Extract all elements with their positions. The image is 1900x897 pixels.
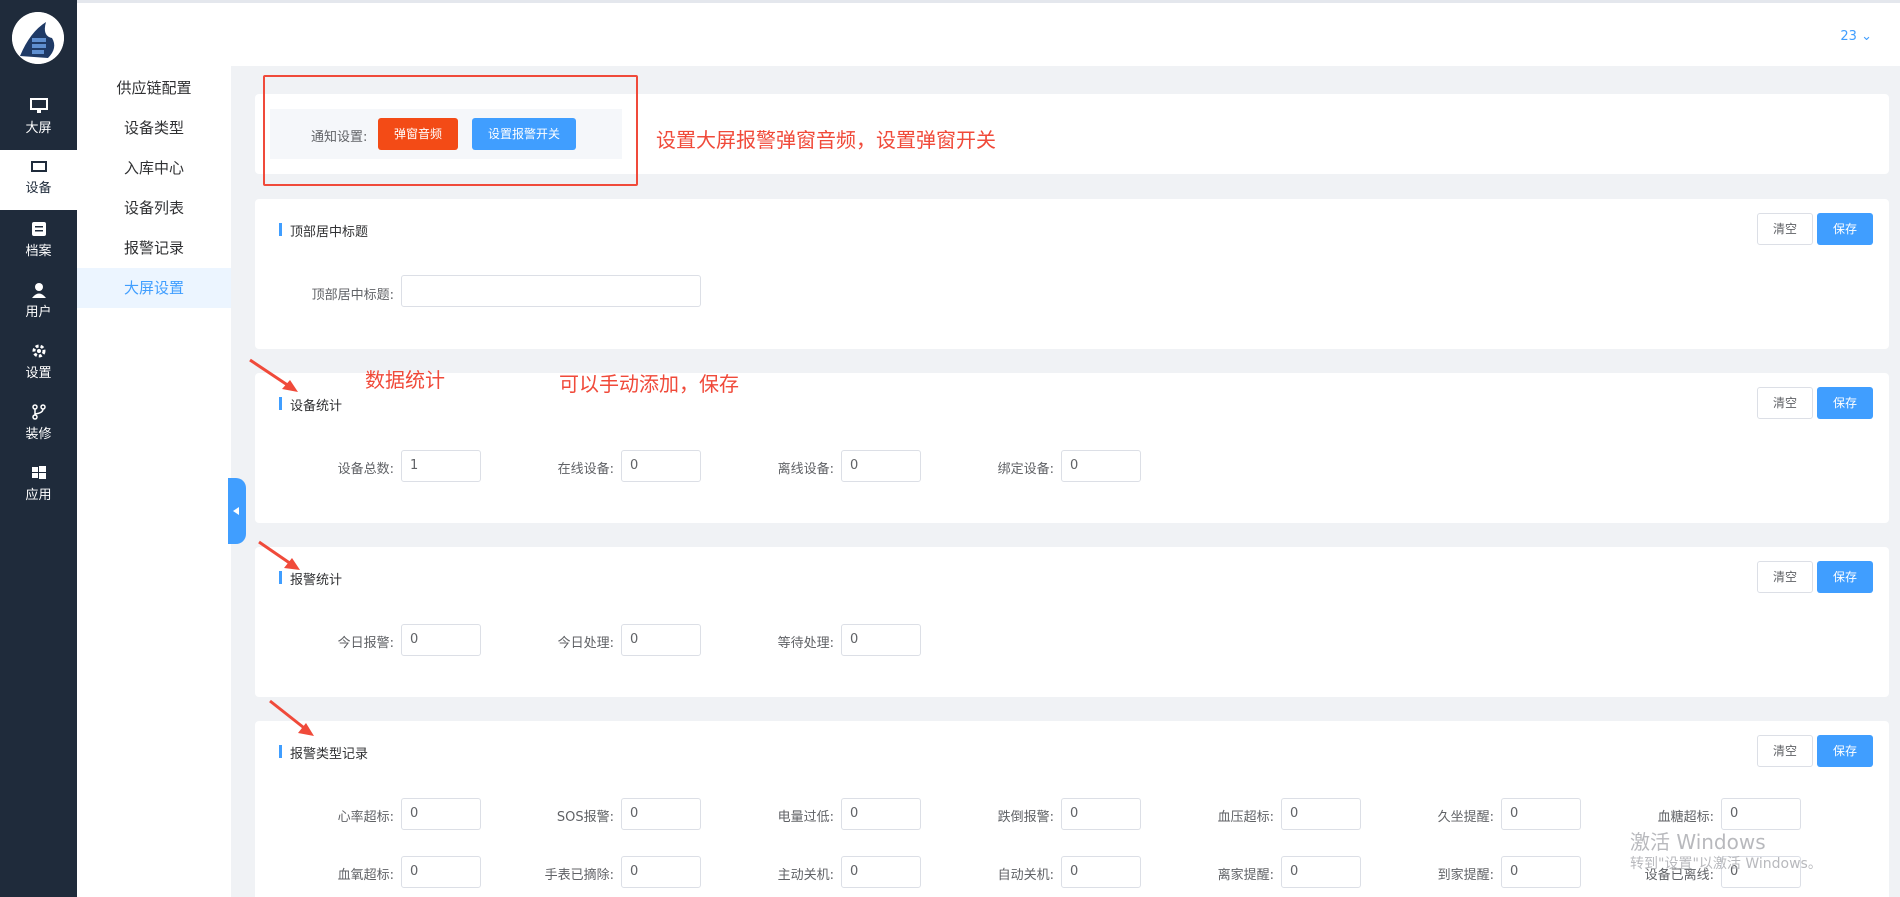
rail-item-label: 用户 <box>25 305 52 320</box>
annotation-manual-text: 可以手动添加，保存 <box>559 372 739 396</box>
submenu-item-alarm-records[interactable]: 报警记录 <box>77 228 231 268</box>
field-label: 血压超标: <box>1217 810 1274 825</box>
section-title: 顶部居中标题 <box>279 221 368 240</box>
windows-icon <box>31 466 46 479</box>
today-alarms-input[interactable]: 0 <box>401 624 481 656</box>
annotation-popup-text: 设置大屏报警弹窗音频，设置弹窗开关 <box>656 128 996 152</box>
field-label: 久坐提醒: <box>1437 810 1494 825</box>
archive-icon <box>31 222 46 236</box>
rail-item-settings[interactable]: 设置 <box>0 333 77 393</box>
title-input[interactable] <box>401 275 701 307</box>
menu-collapse-toggle[interactable] <box>228 478 246 544</box>
blood-pressure-input[interactable]: 0 <box>1281 798 1361 830</box>
app-logo[interactable] <box>12 12 64 64</box>
gear-icon <box>32 344 45 358</box>
field-label: 血糖超标: <box>1657 810 1714 825</box>
field-label: 心率超标: <box>337 810 394 825</box>
annotation-highlight-box <box>263 75 638 186</box>
rail-item-archive[interactable]: 档案 <box>0 211 77 271</box>
manual-shutdown-input[interactable]: 0 <box>841 856 921 888</box>
rail-item-apps[interactable]: 应用 <box>0 455 77 515</box>
offline-devices-input[interactable]: 0 <box>841 450 921 482</box>
sedentary-input[interactable]: 0 <box>1501 798 1581 830</box>
monitor-icon <box>29 98 48 113</box>
submenu-item-warehouse[interactable]: 入库中心 <box>77 148 231 188</box>
field-label: 顶部居中标题: <box>311 288 394 303</box>
field-label: 自动关机: <box>997 868 1054 883</box>
field-label: 主动关机: <box>777 868 834 883</box>
alarm-stats-card: 报警统计 清空 保存 今日报警: 0 今日处理: 0 等待处理: 0 <box>255 547 1889 697</box>
branch-icon <box>31 404 46 420</box>
section-title: 设备统计 <box>279 395 342 414</box>
save-button[interactable]: 保存 <box>1817 735 1873 767</box>
field-label: 在线设备: <box>557 462 614 477</box>
submenu-item-device-list[interactable]: 设备列表 <box>77 188 231 228</box>
field-label: SOS报警: <box>556 810 614 825</box>
field-label: 今日报警: <box>337 636 394 651</box>
field-label: 跌倒报警: <box>997 810 1054 825</box>
field-label: 设备总数: <box>337 462 394 477</box>
pending-input[interactable]: 0 <box>841 624 921 656</box>
save-button[interactable]: 保存 <box>1817 213 1873 245</box>
field-label: 手表已摘除: <box>544 868 614 883</box>
arrive-home-input[interactable]: 0 <box>1501 856 1581 888</box>
title-card: 顶部居中标题 清空 保存 顶部居中标题: <box>255 199 1889 349</box>
save-button[interactable]: 保存 <box>1817 387 1873 419</box>
clear-button[interactable]: 清空 <box>1757 735 1813 767</box>
heart-rate-input[interactable]: 0 <box>401 798 481 830</box>
windows-activation-hint: 转到"设置"以激活 Windows。 <box>1630 856 1822 872</box>
bound-devices-input[interactable]: 0 <box>1061 450 1141 482</box>
annotation-stats-text: 数据统计 <box>365 368 445 392</box>
annotation-arrow-icon <box>258 540 300 570</box>
rail-item-label: 应用 <box>25 488 52 503</box>
main-sidebar: 大屏 设备 档案 用户 设置 装修 应用 <box>0 0 77 897</box>
secondary-menu: 供应链配置 设备类型 入库中心 设备列表 报警记录 大屏设置 <box>77 66 231 897</box>
field-label: 等待处理: <box>777 636 834 651</box>
rail-item-device[interactable]: 设备 <box>0 150 77 210</box>
submenu-item-supply-chain[interactable]: 供应链配置 <box>77 68 231 108</box>
user-name: 23 <box>1840 29 1857 44</box>
annotation-arrow-icon <box>269 699 314 736</box>
field-label: 离线设备: <box>777 462 834 477</box>
clear-button[interactable]: 清空 <box>1757 561 1813 593</box>
clear-button[interactable]: 清空 <box>1757 213 1813 245</box>
rail-item-decoration[interactable]: 装修 <box>0 394 77 454</box>
submenu-item-device-type[interactable]: 设备类型 <box>77 108 231 148</box>
user-icon <box>31 283 46 298</box>
device-icon <box>30 161 47 172</box>
sos-input[interactable]: 0 <box>621 798 701 830</box>
online-devices-input[interactable]: 0 <box>621 450 701 482</box>
rail-item-label: 档案 <box>25 244 52 259</box>
submenu-item-screen-settings[interactable]: 大屏设置 <box>77 268 231 308</box>
field-label: 离家提醒: <box>1217 868 1274 883</box>
today-handled-input[interactable]: 0 <box>621 624 701 656</box>
annotation-arrow-icon <box>249 358 298 392</box>
user-menu[interactable]: 23 ⌄ <box>1840 29 1872 44</box>
chevron-down-icon: ⌄ <box>1861 29 1872 44</box>
rail-item-label: 装修 <box>25 427 52 442</box>
field-label: 电量过低: <box>777 810 834 825</box>
watch-removed-input[interactable]: 0 <box>621 856 701 888</box>
rail-item-user[interactable]: 用户 <box>0 272 77 332</box>
rail-item-label: 设置 <box>25 366 52 381</box>
field-label: 到家提醒: <box>1437 868 1494 883</box>
clear-button[interactable]: 清空 <box>1757 387 1813 419</box>
rail-item-label: 设备 <box>25 181 52 196</box>
field-label: 今日处理: <box>557 636 614 651</box>
windows-activation-title: 激活 Windows <box>1630 830 1766 854</box>
auto-shutdown-input[interactable]: 0 <box>1061 856 1141 888</box>
device-stats-card: 设备统计 清空 保存 设备总数: 1 在线设备: 0 离线设备: 0 绑定设备:… <box>255 373 1889 523</box>
save-button[interactable]: 保存 <box>1817 561 1873 593</box>
field-label: 血氧超标: <box>337 868 394 883</box>
device-total-input[interactable]: 1 <box>401 450 481 482</box>
fall-alarm-input[interactable]: 0 <box>1061 798 1141 830</box>
low-battery-input[interactable]: 0 <box>841 798 921 830</box>
blood-oxygen-input[interactable]: 0 <box>401 856 481 888</box>
rail-item-dashboard[interactable]: 大屏 <box>0 88 77 148</box>
field-label: 绑定设备: <box>997 462 1054 477</box>
section-title: 报警类型记录 <box>279 743 368 762</box>
top-header: 23 ⌄ <box>77 0 1900 66</box>
rail-item-label: 大屏 <box>25 121 52 136</box>
leave-home-input[interactable]: 0 <box>1281 856 1361 888</box>
